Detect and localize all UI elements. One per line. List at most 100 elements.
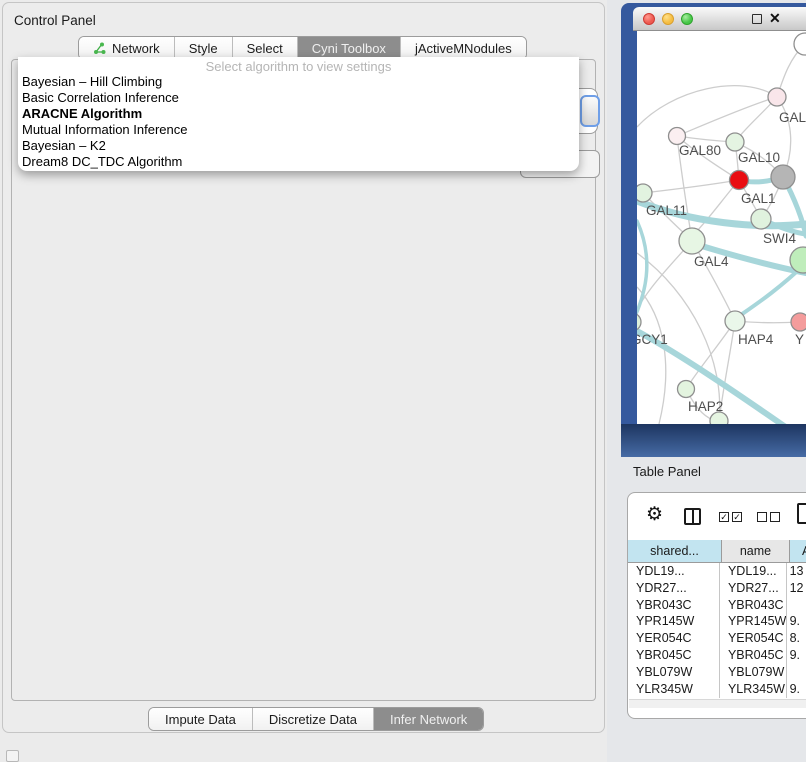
checked-checkbox-icon[interactable]: ✓	[732, 512, 742, 522]
network-graph: GALGAL80GAL10GAL1GAL11SWI4GAL4GCY1HAP4YH…	[637, 31, 806, 424]
table-row[interactable]: YBR043CYBR043C	[628, 597, 806, 614]
algorithm-dropdown-popup: Select algorithm to view settings Bayesi…	[18, 57, 579, 171]
float-window-icon[interactable]	[752, 14, 762, 24]
table-cell: YBL079W	[720, 664, 787, 681]
table-row[interactable]: YDR27...YDR27...12	[628, 580, 806, 597]
node-gray[interactable]	[771, 165, 795, 189]
table-cell: YDR27...	[628, 580, 720, 597]
node-label-gal: GAL	[779, 110, 806, 125]
tab-jactivemnodules[interactable]: jActiveMNodules	[400, 37, 526, 59]
table-row[interactable]: YDL19...YDL19...13	[628, 563, 806, 580]
table-header-row: shared... name A	[628, 540, 806, 563]
node-gal10[interactable]	[726, 133, 744, 151]
network-canvas[interactable]: GALGAL80GAL10GAL1GAL11SWI4GAL4GCY1HAP4YH…	[637, 31, 806, 424]
node-gal80[interactable]	[669, 128, 686, 145]
table-cell: 8.	[787, 630, 806, 647]
table-body: YDL19...YDL19...13YDR27...YDR27...12YBR0…	[628, 563, 806, 698]
tab-style[interactable]: Style	[174, 37, 232, 59]
document-icon[interactable]	[797, 503, 806, 524]
minimized-panel-icon[interactable]	[6, 750, 19, 762]
network-edge-highlighted	[637, 221, 647, 321]
table-cell: YLR345W	[628, 681, 720, 698]
node-label-y: Y	[795, 332, 804, 347]
table-cell: 9	[787, 697, 806, 698]
dropdown-option-aracne-algorithm[interactable]: ARACNE Algorithm	[18, 106, 579, 122]
table-cell: YIL052C	[628, 697, 720, 698]
node-gal4[interactable]	[679, 228, 705, 254]
node-gal11[interactable]	[637, 184, 652, 202]
table-cell: YBR043C	[628, 597, 720, 614]
close-icon[interactable]: ✕	[769, 10, 781, 27]
node-gal-cut[interactable]	[768, 88, 786, 106]
dropdown-option-bayesian-hill-climbing[interactable]: Bayesian – Hill Climbing	[18, 74, 579, 90]
bottom-tab-infer-network[interactable]: Infer Network	[373, 708, 483, 730]
columns-icon[interactable]	[684, 508, 701, 525]
network-edge	[637, 86, 777, 127]
table-cell: 9.	[787, 681, 806, 698]
node-label-gcy1: GCY1	[637, 332, 668, 347]
table-horizontal-scrollbar[interactable]	[629, 699, 806, 708]
table-cell: YPR145W	[628, 613, 720, 630]
node-swi4[interactable]	[751, 209, 771, 229]
tab-network[interactable]: Network	[79, 37, 174, 59]
node-label-hap2: HAP2	[688, 399, 723, 414]
table-cell: YBL079W	[628, 664, 720, 681]
table-cell: YDR27...	[720, 580, 787, 597]
table-cell: YBR043C	[720, 597, 787, 614]
dropdown-option-dream8-dc-tdc-algorithm[interactable]: Dream8 DC_TDC Algorithm	[18, 154, 579, 170]
dropdown-option-bayesian-k2[interactable]: Bayesian – K2	[18, 138, 579, 154]
table-cell: YDL19...	[628, 563, 720, 580]
window-frame-bottom	[621, 424, 806, 457]
table-row[interactable]: YIL052CYIL052C9	[628, 697, 806, 698]
mac-zoom-button[interactable]	[681, 13, 693, 25]
node-hap4[interactable]	[725, 311, 745, 331]
table-cell: 9.	[787, 647, 806, 664]
node-salmon[interactable]	[791, 313, 806, 331]
table-cell: YLR345W	[720, 681, 787, 698]
table-row[interactable]: YBR045CYBR045C9.	[628, 647, 806, 664]
network-view-window[interactable]: GALGAL80GAL10GAL1GAL11SWI4GAL4GCY1HAP4YH…	[621, 3, 806, 457]
table-row[interactable]: YPR145WYPR145W9.	[628, 613, 806, 630]
unchecked-checkbox-icon[interactable]	[770, 512, 780, 522]
network-edge	[643, 180, 739, 193]
node-label-gal80: GAL80	[679, 143, 721, 158]
tab-select[interactable]: Select	[232, 37, 297, 59]
unchecked-checkbox-icon[interactable]	[757, 512, 767, 522]
tab-label: Style	[189, 41, 218, 56]
column-header-name[interactable]: name	[722, 540, 790, 562]
column-header-shared-name[interactable]: shared...	[628, 540, 722, 562]
tab-label: Cyni Toolbox	[312, 41, 386, 56]
node-gal1[interactable]	[730, 171, 749, 190]
table-cell: YPR145W	[720, 613, 787, 630]
mac-minimize-button[interactable]	[662, 13, 674, 25]
bottom-tabbar: Impute DataDiscretize DataInfer Network	[148, 707, 484, 731]
node-label-gal11: GAL11	[646, 203, 687, 218]
bottom-tab-discretize-data[interactable]: Discretize Data	[252, 708, 373, 730]
tab-label: jActiveMNodules	[415, 41, 512, 56]
table-row[interactable]: YER054CYER054C8.	[628, 630, 806, 647]
network-icon	[93, 42, 106, 55]
combobox-stepper-button[interactable]	[580, 95, 600, 127]
dropdown-option-mutual-information-inference[interactable]: Mutual Information Inference	[18, 122, 579, 138]
tab-cyni-toolbox[interactable]: Cyni Toolbox	[297, 37, 400, 59]
control-panel-title: Control Panel	[14, 13, 96, 28]
column-header-cut[interactable]: A	[790, 540, 806, 562]
checked-checkbox-icon[interactable]: ✓	[719, 512, 729, 522]
table-panel-title: Table Panel	[633, 464, 701, 479]
table-row[interactable]: YBL079WYBL079W	[628, 664, 806, 681]
table-cell: 9.	[787, 613, 806, 630]
table-cell	[787, 664, 806, 681]
node-label-swi4: SWI4	[763, 231, 796, 246]
table-cell: YIL052C	[720, 697, 787, 698]
table-cell: YER054C	[628, 630, 720, 647]
dropdown-option-basic-correlation-inference[interactable]: Basic Correlation Inference	[18, 90, 579, 106]
node-gcy1[interactable]	[637, 313, 641, 331]
gear-icon[interactable]: ⚙	[646, 503, 663, 526]
bottom-tab-impute-data[interactable]: Impute Data	[149, 708, 252, 730]
node-top[interactable]	[794, 33, 806, 55]
tab-label: Select	[247, 41, 283, 56]
dropdown-prompt: Select algorithm to view settings	[18, 59, 579, 74]
node-hap2[interactable]	[678, 381, 695, 398]
table-row[interactable]: YLR345WYLR345W9.	[628, 681, 806, 698]
mac-close-button[interactable]	[643, 13, 655, 25]
